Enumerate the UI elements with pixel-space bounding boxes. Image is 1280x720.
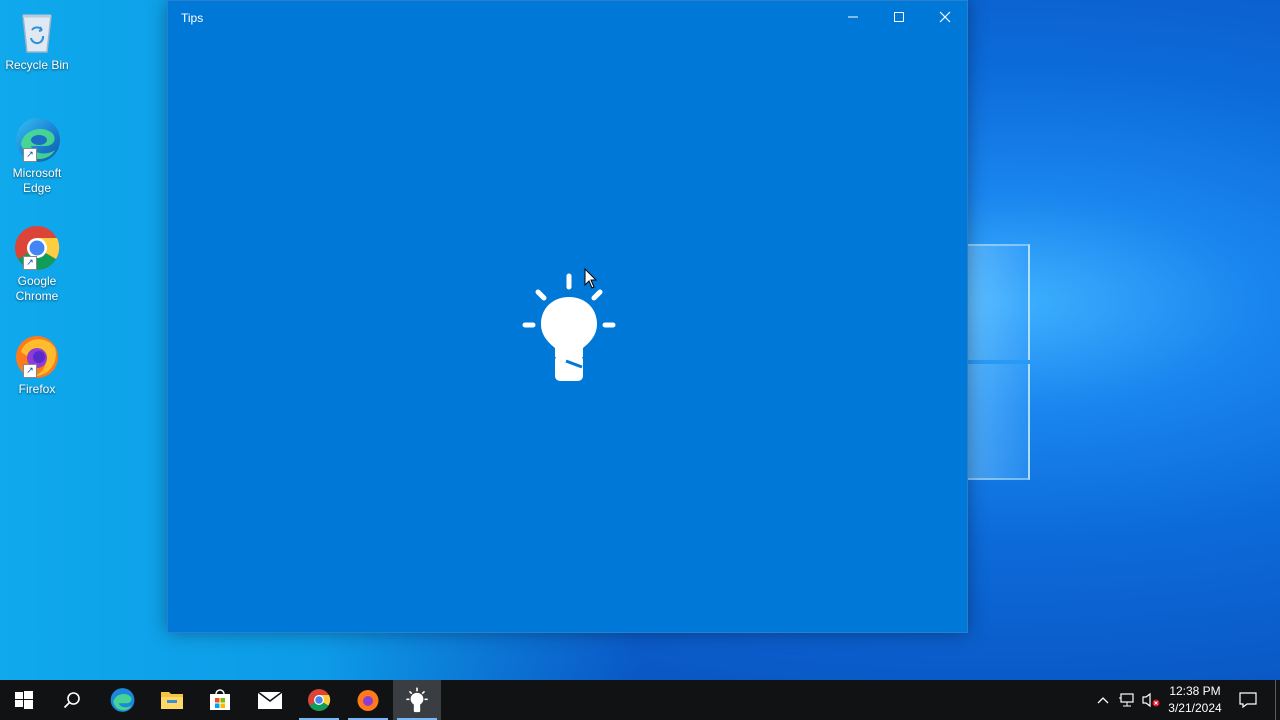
desktop-icon-edge[interactable]: ↗ Microsoft Edge xyxy=(2,116,72,196)
folder-icon xyxy=(161,692,183,709)
taskbar-clock[interactable]: 12:38 PM 3/21/2024 xyxy=(1162,683,1228,717)
desktop-icon-label: Microsoft Edge xyxy=(12,166,62,195)
maximize-button[interactable] xyxy=(876,1,922,33)
clock-time: 12:38 PM xyxy=(1169,684,1221,698)
desktop-icon-firefox[interactable]: ↗ Firefox xyxy=(2,332,72,397)
desktop-icon-label: Firefox xyxy=(18,382,56,396)
taskbar-edge[interactable] xyxy=(98,680,146,720)
windows-logo-wallpaper xyxy=(968,240,1030,480)
desktop-icon-chrome[interactable]: ↗ Google Chrome xyxy=(2,224,72,304)
network-icon[interactable] xyxy=(1117,690,1137,710)
windows-start-icon xyxy=(15,691,33,709)
tips-window[interactable]: Tips xyxy=(167,0,968,633)
edge-icon: ↗ xyxy=(13,116,61,164)
lightbulb-icon xyxy=(406,687,428,713)
notification-icon xyxy=(1239,692,1257,708)
show-desktop-button[interactable] xyxy=(1275,680,1276,720)
taskbar-tips[interactable] xyxy=(393,680,441,720)
close-icon xyxy=(939,11,951,23)
taskbar-firefox[interactable] xyxy=(344,680,392,720)
taskbar-chrome[interactable] xyxy=(295,680,343,720)
taskbar-microsoft-store[interactable] xyxy=(196,680,244,720)
title-bar[interactable]: Tips xyxy=(168,1,967,33)
desktop-icon-label: Google Chrome xyxy=(15,274,59,303)
minimize-button[interactable] xyxy=(830,1,876,33)
chrome-icon: ↗ xyxy=(13,224,61,272)
lightbulb-icon xyxy=(522,271,616,385)
shortcut-arrow-icon: ↗ xyxy=(23,364,37,378)
firefox-icon xyxy=(357,690,379,711)
chrome-icon xyxy=(308,689,331,711)
edge-icon xyxy=(110,688,135,712)
volume-muted-icon[interactable] xyxy=(1141,690,1161,710)
mouse-cursor xyxy=(584,267,598,290)
close-button[interactable] xyxy=(922,1,968,33)
recycle-bin-icon xyxy=(13,8,61,56)
taskbar: 12:38 PM 3/21/2024 xyxy=(0,680,1280,720)
shortcut-arrow-icon: ↗ xyxy=(23,148,37,162)
store-icon xyxy=(210,689,230,710)
clock-date: 3/21/2024 xyxy=(1168,701,1222,715)
tray-overflow-chevron-icon[interactable] xyxy=(1093,690,1113,710)
minimize-icon xyxy=(848,16,858,18)
window-title: Tips xyxy=(181,11,204,25)
desktop-icon-recycle-bin[interactable]: Recycle Bin xyxy=(2,8,72,73)
maximize-icon xyxy=(894,12,904,22)
taskbar-file-explorer[interactable] xyxy=(148,680,196,720)
mail-icon xyxy=(257,691,283,709)
shortcut-arrow-icon: ↗ xyxy=(23,256,37,270)
firefox-icon: ↗ xyxy=(13,332,61,380)
search-button[interactable] xyxy=(48,680,96,720)
taskbar-mail[interactable] xyxy=(246,680,294,720)
search-icon xyxy=(63,692,80,709)
desktop-icon-label: Recycle Bin xyxy=(5,58,69,72)
start-button[interactable] xyxy=(0,680,48,720)
action-center-button[interactable] xyxy=(1232,680,1264,720)
